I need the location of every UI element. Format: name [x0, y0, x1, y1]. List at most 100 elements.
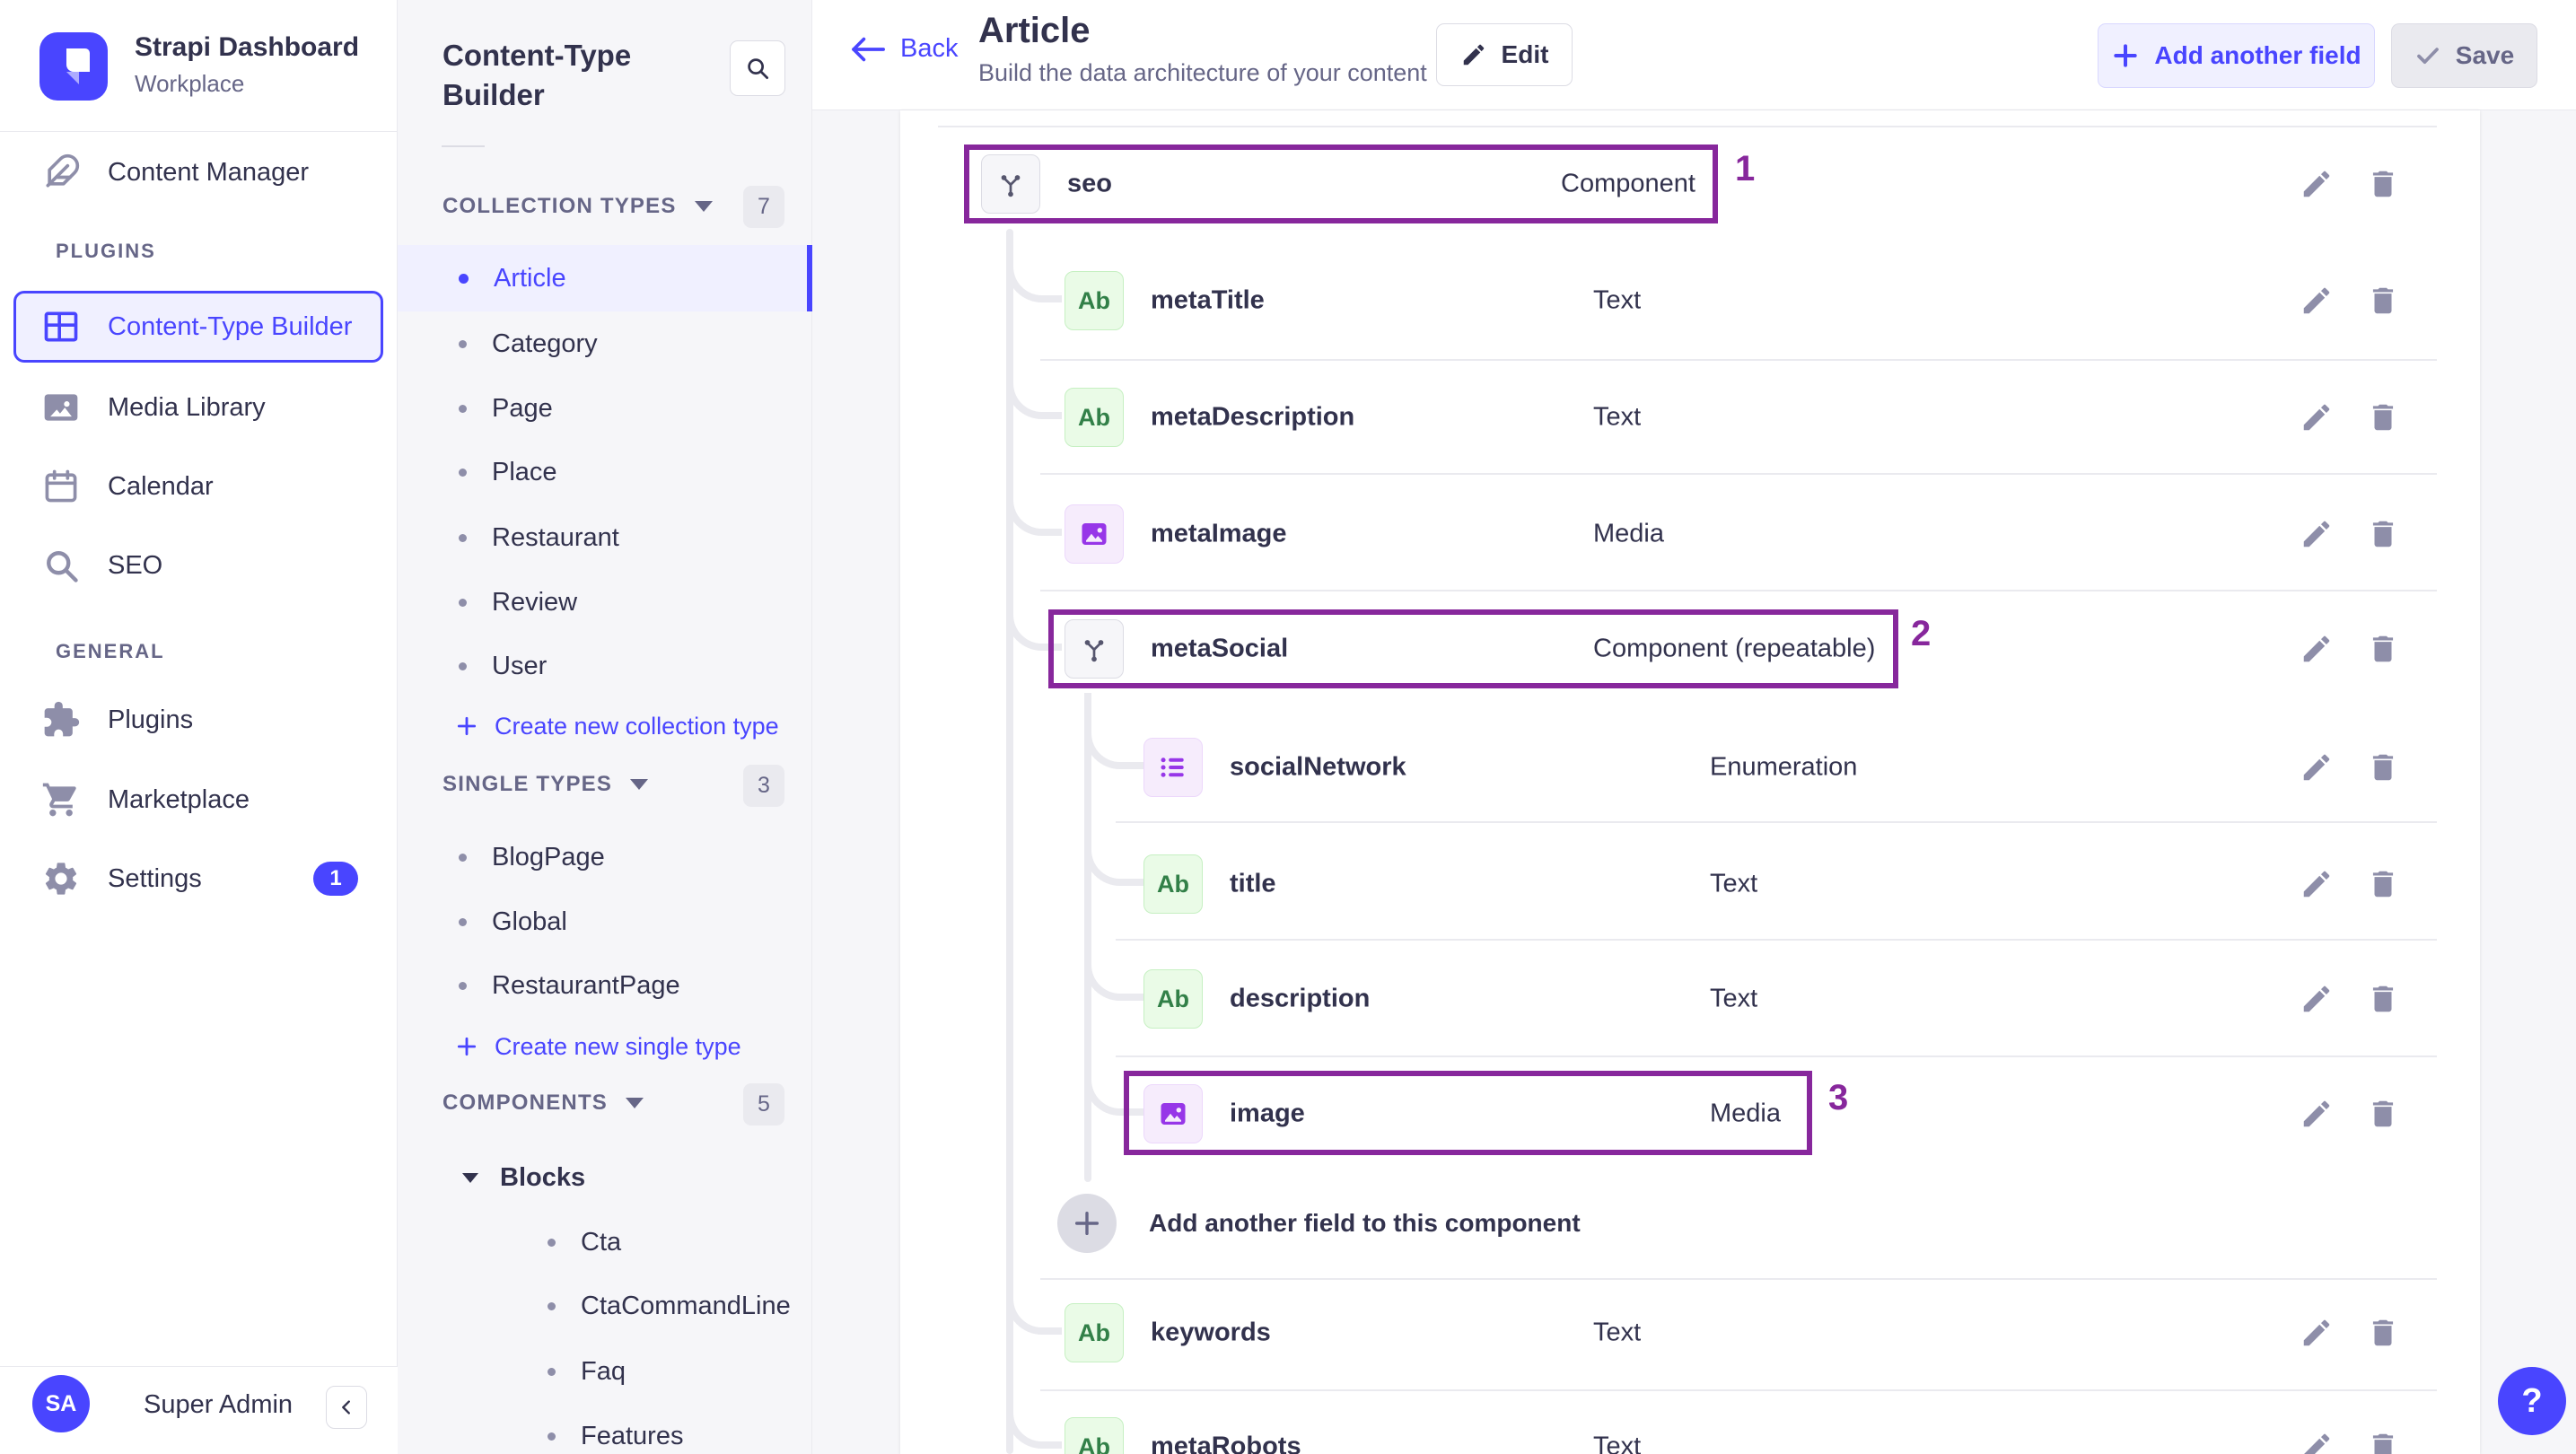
component-cta[interactable]: Cta — [398, 1217, 812, 1267]
edit-field-button[interactable] — [2297, 1427, 2336, 1454]
collection-type-place[interactable]: Place — [398, 447, 812, 497]
delete-field-button[interactable] — [2363, 281, 2403, 320]
delete-field-button[interactable] — [2363, 1094, 2403, 1134]
component-faq[interactable]: Faq — [398, 1346, 812, 1397]
layout-grid-icon — [44, 311, 78, 342]
bullet-icon — [459, 598, 467, 607]
delete-field-button[interactable] — [2363, 629, 2403, 669]
bullet-icon — [459, 273, 469, 284]
add-another-field-button[interactable]: Add another field — [2098, 23, 2375, 88]
bullet-icon — [459, 661, 467, 670]
workspace-title: Strapi Dashboard — [135, 32, 360, 62]
collection-type-user[interactable]: User — [398, 641, 812, 691]
field-type: Component — [1561, 169, 1695, 198]
edit-field-button[interactable] — [2297, 398, 2336, 437]
delete-field-button[interactable] — [2363, 164, 2403, 204]
field-row-metadescription: Ab metaDescription Text — [900, 358, 2480, 477]
single-type-restaurantpage[interactable]: RestaurantPage — [398, 960, 812, 1011]
edit-field-button[interactable] — [2297, 864, 2336, 904]
edit-field-button[interactable] — [2297, 164, 2336, 204]
edit-field-button[interactable] — [2297, 1094, 2336, 1134]
collection-type-page[interactable]: Page — [398, 383, 812, 434]
media-field-icon — [1065, 504, 1124, 564]
field-name: description — [1230, 984, 1371, 1013]
component-ctacommandline[interactable]: CtaCommandLine — [398, 1281, 812, 1331]
avatar[interactable]: SA — [32, 1375, 90, 1432]
create-single-type-link[interactable]: Create new single type — [398, 1021, 812, 1072]
create-collection-type-link[interactable]: Create new collection type — [398, 701, 812, 751]
field-name: keywords — [1151, 1318, 1271, 1347]
arrow-left-icon — [852, 37, 885, 61]
collapse-sidebar-button[interactable] — [326, 1386, 367, 1429]
sidebar-item-calendar[interactable]: Calendar — [0, 458, 398, 515]
edit-button[interactable]: Edit — [1436, 23, 1573, 86]
sidebar-item-plugins[interactable]: Plugins — [0, 691, 398, 749]
component-features[interactable]: Features — [398, 1411, 812, 1454]
field-type: Component (repeatable) — [1593, 634, 1876, 663]
bullet-icon — [459, 853, 467, 862]
edit-field-button[interactable] — [2297, 748, 2336, 787]
check-icon — [2416, 48, 2439, 64]
delete-field-button[interactable] — [2363, 514, 2403, 554]
delete-field-button[interactable] — [2363, 864, 2403, 904]
search-button[interactable] — [730, 40, 785, 96]
add-field-to-component-button[interactable] — [1057, 1194, 1117, 1253]
back-button[interactable]: Back — [850, 34, 958, 64]
help-button[interactable]: ? — [2498, 1367, 2566, 1435]
sidebar-item-marketplace[interactable]: Marketplace — [0, 771, 398, 828]
media-field-icon — [1143, 1084, 1203, 1143]
sidebar-item-settings[interactable]: Settings 1 — [0, 850, 398, 907]
main-content: seo Component Ab metaTitle Text Ab metaD… — [812, 110, 2576, 1454]
field-name: metaSocial — [1151, 634, 1289, 663]
workspace-switcher[interactable]: Strapi Dashboard Workplace — [0, 0, 398, 132]
field-type: Text — [1593, 1318, 1642, 1347]
delete-field-button[interactable] — [2363, 979, 2403, 1019]
collection-type-category[interactable]: Category — [398, 319, 812, 369]
picture-icon — [44, 394, 78, 421]
puzzle-icon — [44, 701, 80, 737]
sidebar-item-content-manager[interactable]: Content Manager — [0, 144, 398, 201]
bullet-icon — [459, 981, 467, 990]
field-row-title: Ab title Text — [900, 825, 2480, 943]
component-field-icon — [981, 154, 1040, 214]
collection-type-restaurant[interactable]: Restaurant — [398, 512, 812, 563]
add-field-to-component-label[interactable]: Add another field to this component — [1149, 1209, 1581, 1238]
annotation-number-2: 2 — [1911, 614, 1932, 653]
save-button[interactable]: Save — [2391, 23, 2537, 88]
delete-field-button[interactable] — [2363, 1427, 2403, 1454]
field-name: metaImage — [1151, 519, 1287, 548]
delete-field-button[interactable] — [2363, 398, 2403, 437]
edit-field-button[interactable] — [2297, 629, 2336, 669]
strapi-logo-icon — [39, 32, 108, 101]
bullet-icon — [459, 917, 467, 926]
field-name: metaDescription — [1151, 402, 1355, 432]
text-field-icon: Ab — [1065, 271, 1124, 330]
sidebar-item-content-type-builder[interactable]: Content-Type Builder — [13, 291, 383, 363]
chevron-down-icon — [462, 1172, 478, 1183]
sidebar-item-media-library[interactable]: Media Library — [0, 379, 398, 436]
bullet-icon — [459, 533, 467, 542]
field-row-metarobots: Ab metaRobots Text — [900, 1388, 2480, 1454]
single-type-global[interactable]: Global — [398, 897, 812, 947]
delete-field-button[interactable] — [2363, 1313, 2403, 1353]
plus-icon — [457, 1037, 477, 1056]
edit-field-button[interactable] — [2297, 979, 2336, 1019]
text-field-icon: Ab — [1143, 854, 1203, 914]
component-group-blocks[interactable]: Blocks — [398, 1152, 812, 1203]
bullet-icon — [548, 1432, 556, 1441]
delete-field-button[interactable] — [2363, 748, 2403, 787]
collection-type-article[interactable]: Article — [398, 245, 812, 311]
calendar-icon — [45, 469, 77, 503]
text-field-icon: Ab — [1065, 1417, 1124, 1454]
sidebar-item-label: Calendar — [108, 471, 214, 501]
edit-field-button[interactable] — [2297, 1313, 2336, 1353]
collection-type-review[interactable]: Review — [398, 577, 812, 627]
sidebar-item-seo[interactable]: SEO — [0, 537, 398, 594]
pencil-icon — [1463, 44, 1484, 66]
field-type: Text — [1593, 285, 1642, 315]
sidebar-item-label: Media Library — [108, 392, 266, 422]
edit-field-button[interactable] — [2297, 514, 2336, 554]
single-type-blogpage[interactable]: BlogPage — [398, 832, 812, 882]
edit-field-button[interactable] — [2297, 281, 2336, 320]
chevron-down-icon — [626, 1098, 644, 1108]
